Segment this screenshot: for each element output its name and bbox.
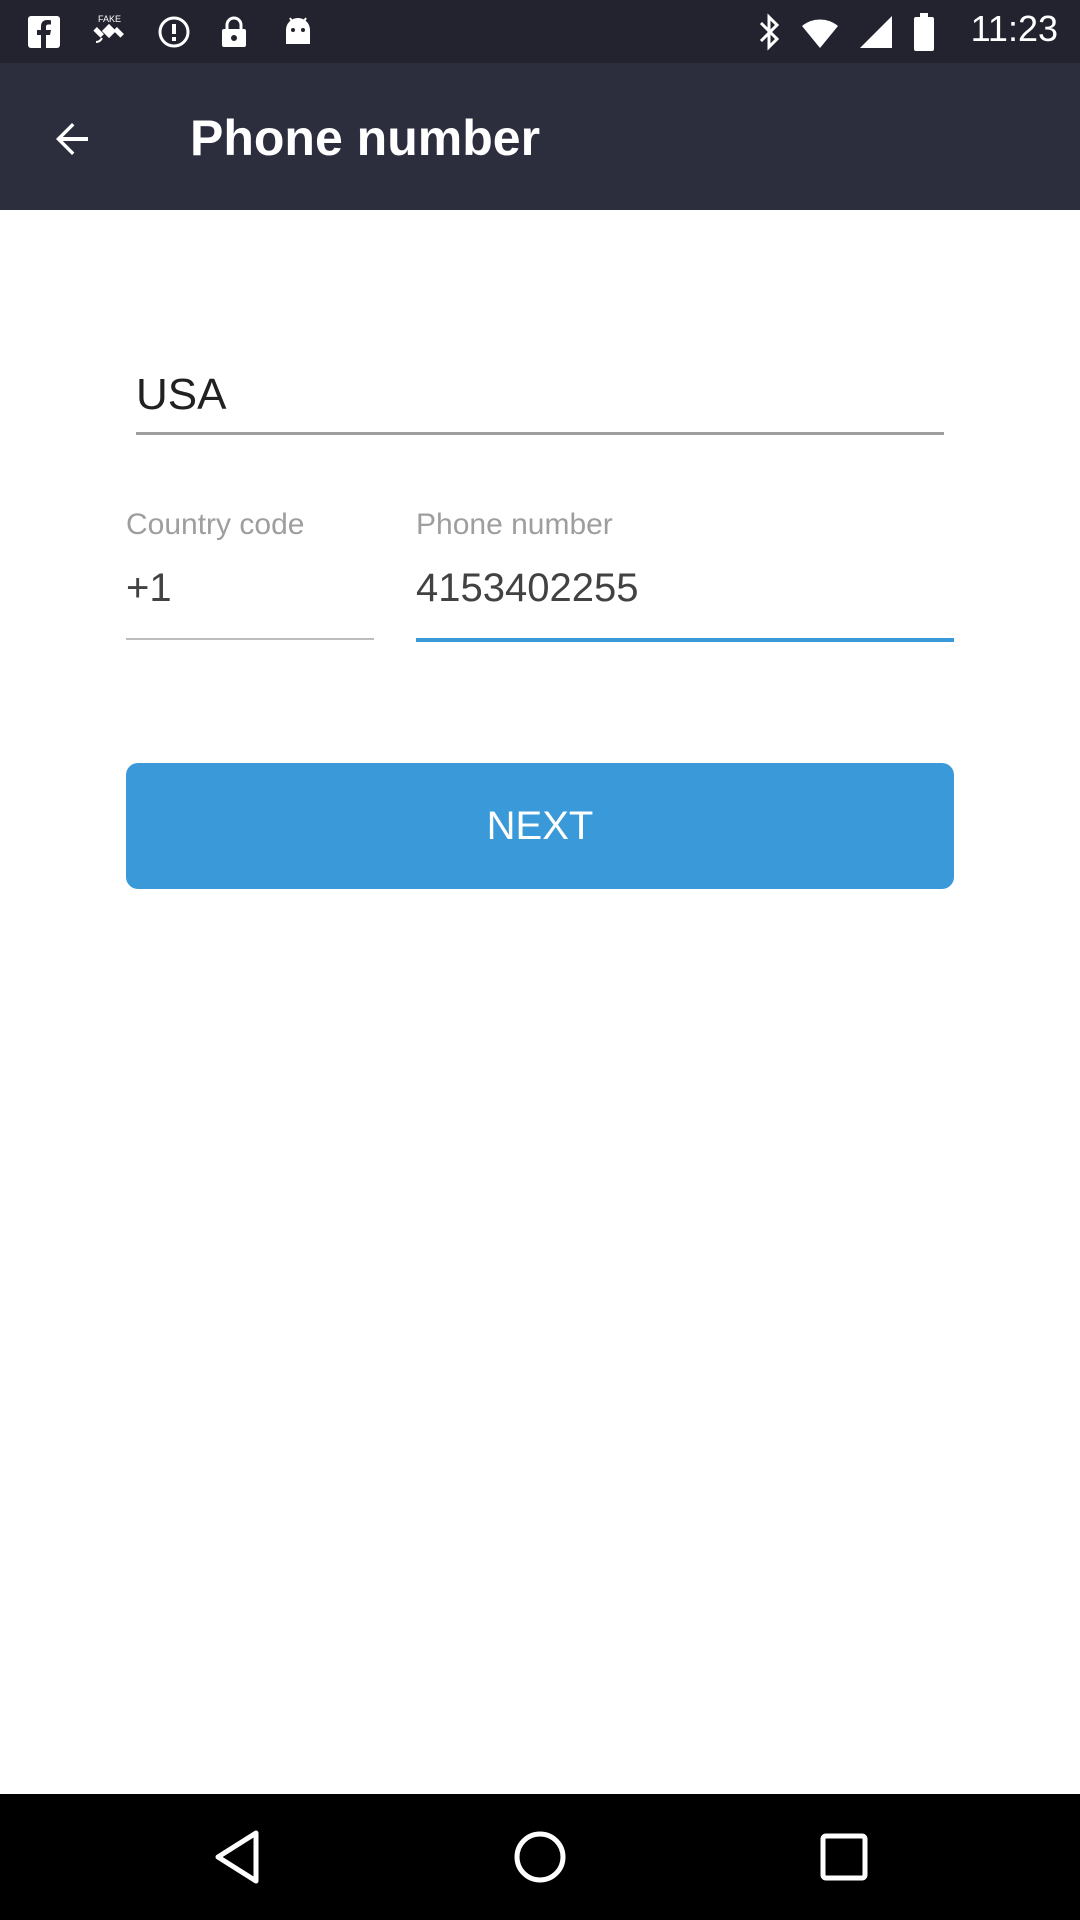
nav-recents-button[interactable] <box>807 1820 881 1894</box>
country-code-value: +1 <box>126 566 172 610</box>
nav-home-button[interactable] <box>503 1820 577 1894</box>
country-value: USA <box>136 370 227 419</box>
country-field[interactable]: USA <box>136 360 944 435</box>
arrow-back-icon <box>56 123 88 155</box>
app-bar: Phone number <box>0 63 1080 210</box>
wifi-icon <box>800 12 840 52</box>
country-code-field[interactable]: +1 <box>126 548 374 640</box>
fake-gps-label: FAKE <box>98 14 121 24</box>
signal-icon <box>856 12 896 52</box>
nav-recents-icon <box>820 1833 868 1881</box>
nav-back-button[interactable] <box>200 1820 274 1894</box>
phone-number-field[interactable]: 4153402255 <box>416 548 954 642</box>
phone-number-value: 4153402255 <box>416 566 639 610</box>
nav-home-icon <box>514 1831 566 1883</box>
country-code-label: Country code <box>126 508 305 541</box>
battery-icon <box>904 12 944 52</box>
android-icon <box>278 12 318 52</box>
lock-icon <box>214 12 254 52</box>
phone-number-label: Phone number <box>416 508 613 541</box>
nav-back-icon <box>215 1830 259 1884</box>
status-time: 11:23 <box>970 8 1058 49</box>
facebook-icon <box>24 12 64 52</box>
bluetooth-icon <box>750 12 790 52</box>
next-button[interactable]: NEXT <box>126 763 954 889</box>
data-saver-icon <box>154 12 194 52</box>
status-bar: FAKE 11:23 <box>0 0 1080 63</box>
fake-gps-icon: FAKE <box>90 12 130 52</box>
back-button[interactable] <box>36 103 108 175</box>
page-title: Phone number <box>190 110 541 166</box>
navigation-bar <box>0 1794 1080 1920</box>
